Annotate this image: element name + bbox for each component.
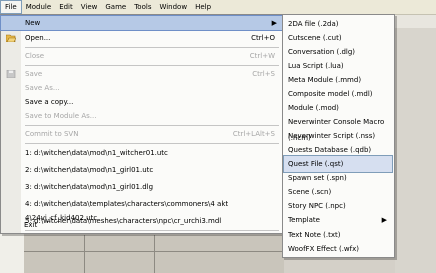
menu-help[interactable]: Help: [191, 1, 215, 13]
recent-file-item[interactable]: 2: d:\witcher\data\mod\n1_girl01.utc: [1, 163, 283, 177]
file-commit-label: Commit to SVN: [25, 130, 79, 138]
panel-column-divider: [84, 235, 85, 273]
recent-file-label: 2: d:\witcher\data\mod\n1_girl01.utc: [25, 166, 154, 174]
new-template-label: Template: [288, 216, 320, 224]
recent-file-item[interactable]: 4: d:\witcher\data\templates\characters\…: [1, 197, 283, 222]
menu-separator: [25, 125, 279, 126]
file-commit-item[interactable]: Commit to SVN Ctrl+LAlt+S: [1, 127, 283, 141]
file-save-as-item[interactable]: Save As...: [1, 81, 283, 95]
submenu-arrow-icon: ▶: [271, 19, 277, 27]
file-menu: New ▶ Open... Ctrl+O Close Ctrl+W Save C…: [0, 14, 284, 234]
file-open-shortcut: Ctrl+O: [251, 34, 275, 42]
file-commit-shortcut: Ctrl+LAlt+S: [232, 130, 275, 138]
menu-game[interactable]: Game: [101, 1, 130, 13]
file-save-item[interactable]: Save Ctrl+S: [1, 67, 283, 81]
submenu-arrow-icon: ▶: [381, 216, 387, 224]
menu-file[interactable]: File: [0, 0, 22, 14]
file-close-label: Close: [25, 52, 45, 60]
new-submenu: 2DA file (.2da) Cutscene (.cut) Conversa…: [282, 14, 395, 258]
file-exit-row[interactable]: Exit: [0, 218, 282, 232]
save-disk-icon: [6, 70, 16, 78]
file-new-item[interactable]: New ▶: [0, 15, 284, 31]
file-save-as-label: Save As...: [25, 84, 60, 92]
menu-tools[interactable]: Tools: [130, 1, 155, 13]
file-save-to-module-item[interactable]: Save to Module As...: [1, 109, 283, 123]
recent-file-item[interactable]: 1: d:\witcher\data\mod\n1_witcher01.utc: [1, 146, 283, 160]
file-close-item[interactable]: Close Ctrl+W: [1, 49, 283, 63]
recent-file-item[interactable]: 3: d:\witcher\data\mod\n1_girl01.dlg: [1, 180, 283, 194]
menu-separator: [25, 47, 279, 48]
file-save-copy-item[interactable]: Save a copy...: [1, 95, 283, 109]
file-save-label: Save: [25, 70, 43, 78]
new-template-item[interactable]: Template ▶: [284, 212, 392, 228]
menu-separator: [25, 143, 279, 144]
file-new-label: New: [25, 19, 41, 27]
panel-column-divider: [154, 235, 155, 273]
file-save-shortcut: Ctrl+S: [252, 70, 275, 78]
new-wooffx-label: WoofFX Effect (.wfx): [288, 245, 359, 253]
menu-window[interactable]: Window: [155, 1, 191, 13]
bottom-panel: [24, 235, 284, 273]
file-open-item[interactable]: Open... Ctrl+O: [1, 31, 283, 45]
file-close-shortcut: Ctrl+W: [249, 52, 275, 60]
file-open-label: Open...: [25, 34, 51, 42]
menu-view[interactable]: View: [77, 1, 102, 13]
menu-separator: [25, 65, 279, 66]
file-save-copy-label: Save a copy...: [25, 98, 74, 106]
file-exit-label: Exit: [24, 221, 38, 229]
file-save-to-module-label: Save to Module As...: [25, 112, 97, 120]
folder-open-icon: [6, 34, 16, 42]
recent-file-label: 1: d:\witcher\data\mod\n1_witcher01.utc: [25, 149, 168, 157]
right-panel: [395, 28, 436, 273]
new-wooffx-item[interactable]: WoofFX Effect (.wfx): [284, 241, 392, 257]
recent-file-label: 3: d:\witcher\data\mod\n1_girl01.dlg: [25, 183, 154, 191]
menu-edit[interactable]: Edit: [55, 1, 77, 13]
menu-bar: File Module Edit View Game Tools Window …: [0, 0, 436, 15]
menu-module[interactable]: Module: [22, 1, 55, 13]
